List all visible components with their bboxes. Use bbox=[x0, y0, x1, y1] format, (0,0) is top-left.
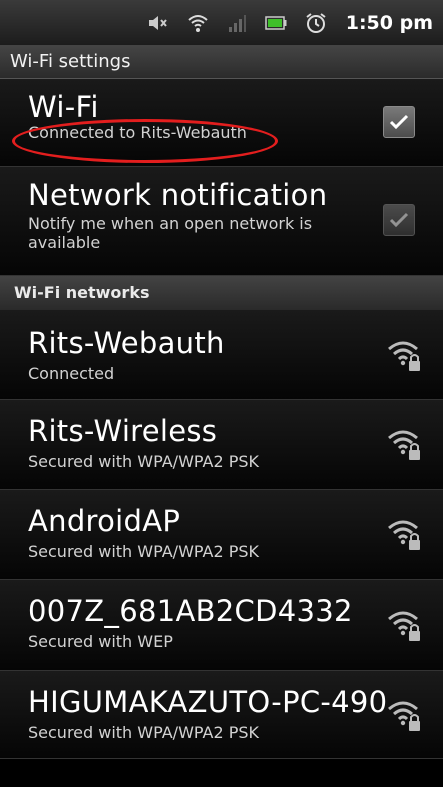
network-status: Secured with WPA/WPA2 PSK bbox=[28, 452, 260, 471]
wifi-lock-icon bbox=[388, 430, 420, 460]
wifi-lock-icon bbox=[388, 520, 420, 550]
annotation-highlight-ellipse bbox=[12, 119, 278, 163]
wifi-lock-icon bbox=[388, 701, 420, 731]
mute-icon bbox=[147, 11, 169, 35]
check-icon bbox=[389, 212, 409, 228]
network-ssid: Rits-Wireless bbox=[28, 414, 218, 448]
status-bar: 1:50 pm bbox=[0, 0, 443, 45]
battery-icon bbox=[264, 11, 287, 35]
page-title: Wi-Fi settings bbox=[0, 45, 443, 79]
wifi-lock-icon bbox=[388, 341, 420, 371]
network-status: Secured with WPA/WPA2 PSK bbox=[28, 542, 260, 561]
check-icon bbox=[389, 114, 409, 130]
network-item[interactable]: Rits-Wireless Secured with WPA/WPA2 PSK bbox=[0, 400, 443, 490]
wifi-lock-icon bbox=[388, 611, 420, 641]
network-ssid: HIGUMAKAZUTO-PC-4905 bbox=[28, 685, 388, 719]
network-ssid: AndroidAP bbox=[28, 504, 181, 538]
notification-description: Notify me when an open network is availa… bbox=[28, 214, 313, 252]
wifi-signal-icon bbox=[187, 11, 209, 35]
wifi-networks-header: Wi-Fi networks bbox=[0, 276, 443, 310]
wifi-title: Wi-Fi bbox=[28, 90, 99, 124]
notification-checkbox[interactable] bbox=[383, 204, 415, 236]
notification-title: Network notification bbox=[28, 178, 328, 212]
clock: 1:50 pm bbox=[345, 11, 433, 34]
network-ssid: 007Z_681AB2CD4332 bbox=[28, 594, 353, 628]
network-item[interactable]: HIGUMAKAZUTO-PC-4905 Secured with WPA/WP… bbox=[0, 671, 443, 759]
network-notification-row[interactable]: Network notification Notify me when an o… bbox=[0, 167, 443, 276]
wifi-checkbox[interactable] bbox=[383, 106, 415, 138]
network-ssid: Rits-Webauth bbox=[28, 326, 225, 360]
alarm-icon bbox=[305, 11, 327, 35]
network-item[interactable]: AndroidAP Secured with WPA/WPA2 PSK bbox=[0, 490, 443, 580]
cell-signal-icon bbox=[227, 11, 247, 35]
network-item[interactable]: 007Z_681AB2CD4332 Secured with WEP bbox=[0, 580, 443, 671]
network-status: Secured with WEP bbox=[28, 632, 173, 651]
network-item[interactable]: Rits-Webauth Connected bbox=[0, 310, 443, 400]
network-status: Secured with WPA/WPA2 PSK bbox=[28, 723, 260, 742]
network-status: Connected bbox=[28, 364, 115, 383]
